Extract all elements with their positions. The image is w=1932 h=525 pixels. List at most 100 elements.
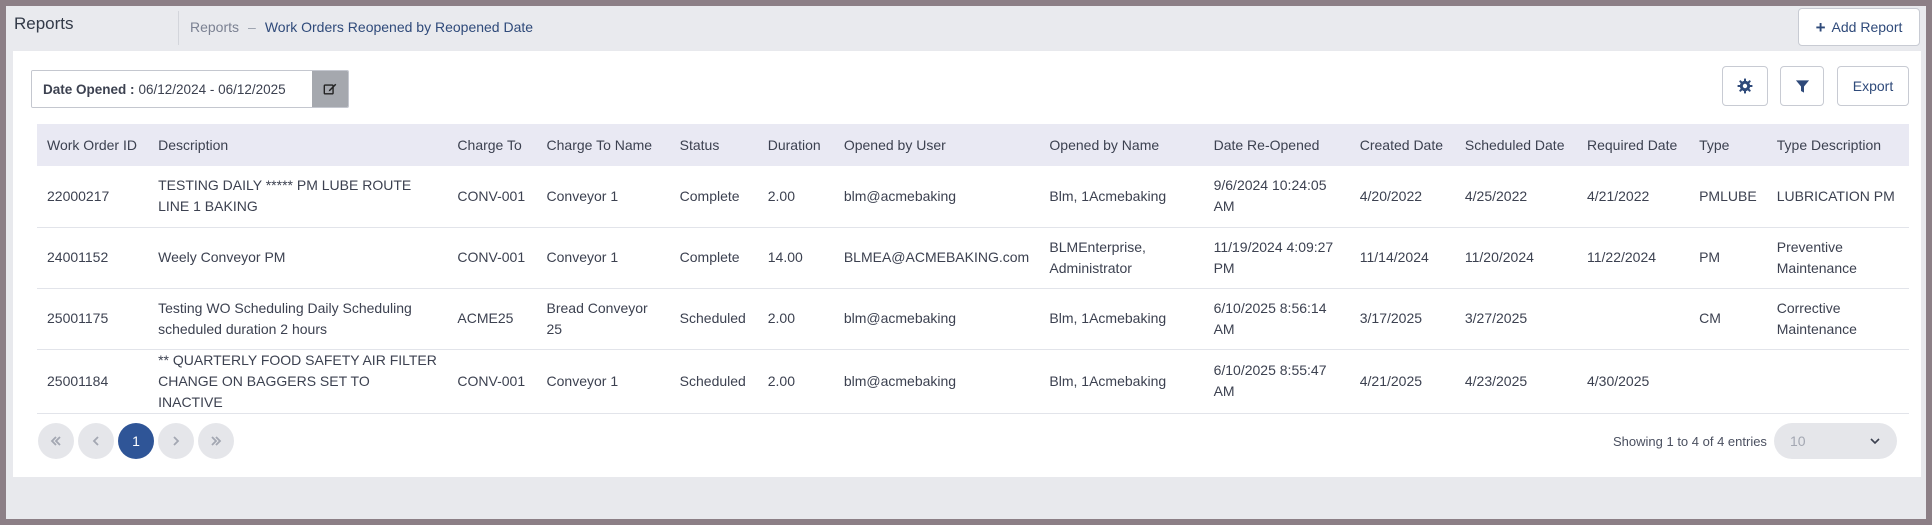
date-filter-value: 06/12/2024 - 06/12/2025 xyxy=(138,81,286,97)
table-cell: 11/20/2024 xyxy=(1454,227,1577,289)
chevron-right-icon xyxy=(173,436,180,446)
column-header[interactable]: Charge To Name xyxy=(536,124,670,166)
table-cell: Conveyor 1 xyxy=(536,227,670,289)
table-cell: Blm, 1Acmebaking xyxy=(1039,166,1204,228)
date-filter-label: Date Opened : xyxy=(43,81,135,97)
table-cell: Complete xyxy=(669,227,758,289)
table-cell: 25001184 xyxy=(37,349,149,414)
table-header-row: Work Order ID Description Charge To Charge … xyxy=(37,124,1909,166)
table-cell: 3/27/2025 xyxy=(1454,288,1577,350)
table-row[interactable]: 25001175 Testing WO Scheduling Daily Sche… xyxy=(37,288,1909,350)
column-header[interactable]: Created Date xyxy=(1349,124,1455,166)
column-header[interactable]: Type xyxy=(1689,124,1767,166)
top-bar: Reports Reports – Work Orders Reopened b… xyxy=(6,6,1926,50)
table-cell: Preventive Maintenance xyxy=(1766,227,1909,289)
next-page-button[interactable] xyxy=(158,423,194,459)
column-header[interactable]: Status xyxy=(669,124,758,166)
breadcrumb-reports-link[interactable]: Reports xyxy=(190,19,239,35)
table-cell xyxy=(1576,288,1690,350)
table-row[interactable]: 22000217 TESTING DAILY ***** PM LUBE ROUT… xyxy=(37,166,1909,228)
title-divider xyxy=(178,11,179,45)
table-cell: 2.00 xyxy=(757,166,834,228)
table-cell: PM xyxy=(1689,227,1767,289)
breadcrumb: Reports – Work Orders Reopened by Reopen… xyxy=(190,16,533,38)
column-header[interactable]: Duration xyxy=(757,124,834,166)
page-size-select[interactable]: 10 xyxy=(1774,423,1897,459)
table-cell: 4/30/2025 xyxy=(1576,349,1690,414)
filter-button[interactable] xyxy=(1780,66,1824,106)
table-cell: CONV-001 xyxy=(447,166,537,228)
last-page-button[interactable] xyxy=(198,423,234,459)
table-cell: Scheduled xyxy=(669,349,758,414)
report-table: Work Order ID Description Charge To Charge … xyxy=(37,124,1909,414)
app-window: Reports Reports – Work Orders Reopened b… xyxy=(6,6,1926,519)
settings-button[interactable] xyxy=(1722,66,1768,106)
previous-page-button[interactable] xyxy=(78,423,114,459)
table-cell: Blm, 1Acmebaking xyxy=(1039,288,1204,350)
table-cell: blm@acmebaking xyxy=(833,349,1040,414)
table-cell: Testing WO Scheduling Daily Scheduling s… xyxy=(148,288,448,350)
date-filter: Date Opened : 06/12/2024 - 06/12/2025 xyxy=(31,70,349,108)
add-report-label: Add Report xyxy=(1831,19,1903,35)
table-cell: Complete xyxy=(669,166,758,228)
table-cell: blm@acmebaking xyxy=(833,288,1040,350)
double-chevron-left-icon xyxy=(50,436,61,446)
column-header[interactable]: Opened by User xyxy=(833,124,1040,166)
table-cell: PMLUBE xyxy=(1689,166,1767,228)
table-cell: CM xyxy=(1689,288,1767,350)
table-cell: 11/14/2024 xyxy=(1349,227,1455,289)
column-header[interactable]: Scheduled Date xyxy=(1454,124,1577,166)
add-report-button[interactable]: + Add Report xyxy=(1798,8,1920,46)
export-button[interactable]: Export xyxy=(1837,66,1909,106)
table-cell: 25001175 xyxy=(37,288,149,350)
table-cell: Conveyor 1 xyxy=(536,166,670,228)
breadcrumb-separator: – xyxy=(248,19,256,35)
column-header[interactable]: Opened by Name xyxy=(1039,124,1204,166)
table-cell: BLMEnterprise, Administrator xyxy=(1039,227,1204,289)
table-cell: Corrective Maintenance xyxy=(1766,288,1909,350)
column-header[interactable]: Required Date xyxy=(1576,124,1690,166)
column-header[interactable]: Charge To xyxy=(447,124,537,166)
date-filter-text: Date Opened : 06/12/2024 - 06/12/2025 xyxy=(32,71,312,107)
app-title: Reports xyxy=(14,14,74,33)
column-header[interactable]: Date Re-Opened xyxy=(1203,124,1350,166)
table-cell: ACME25 xyxy=(447,288,537,350)
chevron-left-icon xyxy=(92,436,99,446)
table-cell: 4/25/2022 xyxy=(1454,166,1577,228)
table-cell: LUBRICATION PM xyxy=(1766,166,1909,228)
column-header[interactable]: Description xyxy=(148,124,448,166)
table-cell: 6/10/2025 8:55:47 AM xyxy=(1203,349,1350,414)
table-cell: 2.00 xyxy=(757,288,834,350)
pagination: 1 xyxy=(38,423,234,459)
table-row[interactable]: 24001152 Weely Conveyor PM CONV-001 Conveyo… xyxy=(37,227,1909,289)
edit-icon xyxy=(323,83,337,95)
table-cell: 11/22/2024 xyxy=(1576,227,1690,289)
edit-date-button[interactable] xyxy=(312,71,348,107)
chevron-down-icon xyxy=(1870,438,1880,445)
table-cell: 22000217 xyxy=(37,166,149,228)
table-cell: 4/20/2022 xyxy=(1349,166,1455,228)
double-chevron-right-icon xyxy=(211,436,222,446)
column-header[interactable]: Work Order ID xyxy=(37,124,149,166)
table-cell: 14.00 xyxy=(757,227,834,289)
funnel-icon xyxy=(1795,79,1809,93)
column-header[interactable]: Type Description xyxy=(1766,124,1909,166)
table-cell: 11/19/2024 4:09:27 PM xyxy=(1203,227,1350,289)
table-cell: 9/6/2024 10:24:05 AM xyxy=(1203,166,1350,228)
table-cell: BLMEA@ACMEBAKING.com xyxy=(833,227,1040,289)
page-button-current[interactable]: 1 xyxy=(118,423,154,459)
table-cell: 24001152 xyxy=(37,227,149,289)
table-row[interactable]: 25001184 ** QUARTERLY FOOD SAFETY AIR FIL… xyxy=(37,349,1909,414)
table-cell: CONV-001 xyxy=(447,349,537,414)
table-cell: ** QUARTERLY FOOD SAFETY AIR FILTER CHAN… xyxy=(148,349,448,414)
table-cell: Weely Conveyor PM xyxy=(148,227,448,289)
table-cell: TESTING DAILY ***** PM LUBE ROUTE LINE 1… xyxy=(148,166,448,228)
first-page-button[interactable] xyxy=(38,423,74,459)
gear-icon xyxy=(1737,78,1753,94)
table-body: 22000217 TESTING DAILY ***** PM LUBE ROUT… xyxy=(37,166,1909,414)
table-cell: 2.00 xyxy=(757,349,834,414)
table-cell: 4/21/2025 xyxy=(1349,349,1455,414)
table-cell: Blm, 1Acmebaking xyxy=(1039,349,1204,414)
table-cell: 3/17/2025 xyxy=(1349,288,1455,350)
table-cell xyxy=(1689,349,1767,414)
